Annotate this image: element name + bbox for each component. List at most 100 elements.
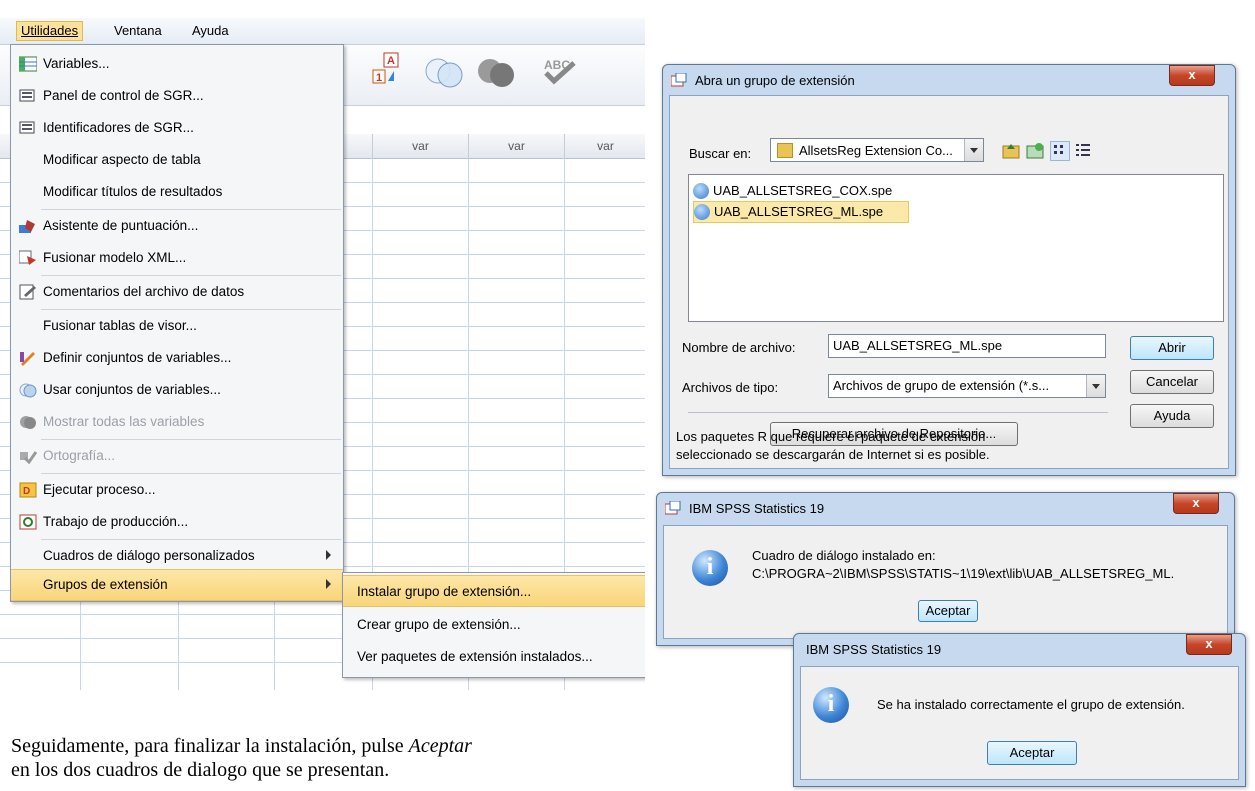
column-header[interactable]: var — [372, 134, 468, 158]
dialog-body: i Cuadro de diálogo instalado en: C:\PRO… — [663, 525, 1228, 639]
dialog-titlebar[interactable]: IBM SPSS Statistics 19 x — [657, 493, 1234, 523]
caption-text: en los dos cuadros de dialogo que se pre… — [11, 759, 390, 781]
message-line: C:\PROGRA~2\IBM\SPSS\STATIS~1\19\ext\lib… — [752, 566, 1175, 581]
submenu-arrow-icon — [326, 579, 331, 589]
menu-separator — [41, 473, 341, 474]
menu-item-definir-conjuntos[interactable]: Definir conjuntos de variables... — [11, 343, 343, 373]
success-dialog: IBM SPSS Statistics 19 x i Se ha instala… — [793, 633, 1246, 787]
menu-utilidades[interactable]: Utilidades — [16, 21, 84, 41]
spss-app-icon — [670, 72, 687, 87]
caption-emphasis: Aceptar — [408, 735, 472, 757]
filetype-select[interactable]: Archivos de grupo de extensión (*.s... — [828, 374, 1106, 398]
menu-item-label: Ortografía... — [43, 448, 116, 463]
menu-item-usar-conjuntos[interactable]: Usar conjuntos de variables... — [11, 375, 343, 405]
close-button[interactable]: x — [1186, 634, 1232, 655]
lookin-combobox[interactable]: AllsetsReg Extension Co... — [770, 138, 984, 162]
menu-item-comentarios[interactable]: Comentarios del archivo de datos — [11, 277, 343, 307]
svg-text:D: D — [23, 486, 30, 497]
svg-text:1: 1 — [376, 72, 382, 84]
menu-item-modificar-titulos[interactable]: Modificar títulos de resultados — [11, 177, 343, 207]
value-labels-icon[interactable]: A 1 — [372, 51, 402, 87]
note-line: seleccionado se descargarán de Internet … — [676, 447, 990, 462]
column-header[interactable]: var — [468, 134, 564, 158]
accept-button[interactable]: Aceptar — [918, 600, 978, 622]
show-all-variables-toolbar-icon[interactable] — [474, 53, 520, 93]
open-button[interactable]: Abrir — [1130, 336, 1214, 360]
spss-data-editor: Utilidades Ventana Ayuda A 1 ABC var var — [0, 0, 645, 690]
grupos-extension-submenu: Instalar grupo de extensión... Crear gru… — [342, 572, 645, 678]
menu-item-modificar-aspecto[interactable]: Modificar aspecto de tabla — [11, 145, 343, 175]
file-item-selected[interactable]: UAB_ALLSETSREG_ML.spe — [693, 201, 909, 223]
production-job-icon — [19, 514, 37, 530]
menu-item-label: Asistente de puntuación... — [43, 218, 199, 233]
menu-ventana[interactable]: Ventana — [110, 22, 166, 40]
menu-bar: Utilidades Ventana Ayuda — [0, 18, 645, 45]
r-packages-note: Los paquetes R que requiere el paquete d… — [676, 428, 990, 464]
close-button[interactable]: x — [1173, 493, 1219, 514]
menu-item-fusionar-tablas[interactable]: Fusionar tablas de visor... — [11, 311, 343, 341]
dialog-titlebar[interactable]: IBM SPSS Statistics 19 x — [794, 634, 1245, 664]
menu-item-label: Fusionar tablas de visor... — [43, 318, 197, 333]
new-folder-icon[interactable] — [1026, 141, 1044, 159]
spss-app-icon — [664, 500, 681, 515]
merge-xml-icon — [18, 250, 37, 266]
menu-item-identificadores-sgr[interactable]: Identificadores de SGR... — [11, 113, 343, 143]
file-name: UAB_ALLSETSREG_ML.spe — [714, 204, 884, 219]
svg-text:A: A — [387, 55, 395, 67]
info-icon: i — [692, 550, 728, 586]
menu-item-label: Usar conjuntos de variables... — [43, 382, 221, 397]
file-item[interactable]: UAB_ALLSETSREG_COX.spe — [693, 181, 892, 201]
show-all-icon — [19, 414, 37, 430]
details-view-icon[interactable] — [1074, 141, 1092, 159]
menu-item-label: Comentarios del archivo de datos — [43, 284, 245, 299]
spe-file-icon — [694, 204, 710, 220]
note-line: Los paquetes R que requiere el paquete d… — [676, 429, 986, 444]
filename-input[interactable]: UAB_ALLSETSREG_ML.spe — [828, 334, 1106, 358]
menu-item-label: Identificadores de SGR... — [43, 120, 194, 135]
menu-item-mostrar-todas: Mostrar todas las variables — [11, 407, 343, 437]
help-button[interactable]: Ayuda — [1130, 404, 1214, 428]
menu-item-trabajo-produccion[interactable]: Trabajo de producción... — [11, 507, 343, 537]
menu-item-label: Modificar aspecto de tabla — [43, 152, 201, 167]
menu-item-ejecutar-proceso[interactable]: D Ejecutar proceso... — [11, 475, 343, 505]
list-view-icon[interactable] — [1050, 141, 1070, 161]
dialog-titlebar[interactable]: Abra un grupo de extensión x — [663, 65, 1235, 95]
menu-item-label: Mostrar todas las variables — [43, 414, 205, 429]
up-folder-icon[interactable] — [1002, 141, 1020, 159]
dialog-title: Abra un grupo de extensión — [695, 73, 855, 88]
menu-item-fusionar-xml[interactable]: Fusionar modelo XML... — [11, 243, 343, 273]
cancel-button[interactable]: Cancelar — [1130, 370, 1214, 394]
menu-item-label: Variables... — [43, 56, 110, 71]
success-message: Se ha instalado correctamente el grupo d… — [877, 697, 1185, 712]
menu-separator — [41, 309, 341, 310]
menu-item-label: Fusionar modelo XML... — [43, 250, 187, 265]
submenu-item-crear[interactable]: Crear grupo de extensión... — [343, 609, 645, 639]
utilidades-menu: Variables... Panel de control de SGR... … — [10, 44, 344, 602]
menu-item-variables[interactable]: Variables... — [11, 49, 343, 79]
menu-separator — [41, 209, 341, 210]
variables-icon — [18, 56, 38, 72]
file-list[interactable]: UAB_ALLSETSREG_COX.spe UAB_ALLSETSREG_ML… — [688, 174, 1224, 322]
menu-item-panel-sgr[interactable]: Panel de control de SGR... — [11, 81, 343, 111]
menu-ayuda[interactable]: Ayuda — [188, 22, 233, 40]
chevron-down-icon[interactable] — [1086, 375, 1105, 397]
menu-separator — [41, 539, 341, 540]
spelling-toolbar-icon[interactable]: ABC — [540, 53, 584, 89]
close-button[interactable]: x — [1169, 65, 1215, 86]
chevron-down-icon[interactable] — [964, 139, 983, 161]
use-sets-toolbar-icon[interactable] — [422, 53, 468, 93]
sgr-identifiers-icon — [19, 120, 37, 136]
dialog-title: IBM SPSS Statistics 19 — [806, 642, 942, 657]
menu-separator — [41, 439, 341, 440]
accept-button[interactable]: Aceptar — [987, 741, 1077, 765]
menu-item-asistente-puntuacion[interactable]: Asistente de puntuación... — [11, 211, 343, 241]
column-header[interactable]: var — [564, 134, 645, 158]
use-sets-icon — [19, 382, 37, 398]
info-icon: i — [813, 687, 849, 723]
submenu-item-instalar[interactable]: Instalar grupo de extensión... — [343, 575, 645, 607]
spelling-icon — [19, 448, 38, 465]
menu-item-grupos-extension[interactable]: Grupos de extensión — [11, 569, 343, 601]
menu-item-cuadros-dialogo[interactable]: Cuadros de diálogo personalizados — [11, 541, 343, 571]
menu-item-label: Grupos de extensión — [43, 577, 168, 592]
submenu-item-ver-paquetes[interactable]: Ver paquetes de extensión instalados... — [343, 641, 645, 671]
